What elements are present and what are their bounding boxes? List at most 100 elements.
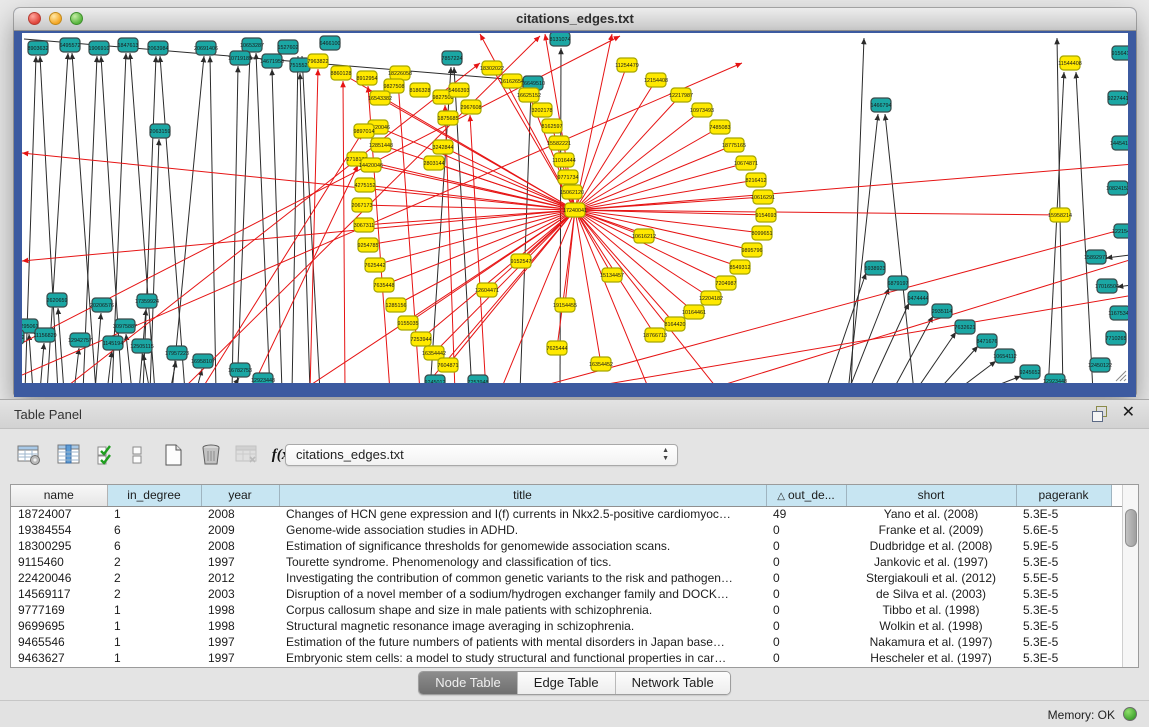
graph-node[interactable]: 8860128 [331, 66, 352, 80]
graph-edge[interactable] [95, 313, 101, 383]
table-cell[interactable]: Changes of HCN gene expression and I(f) … [279, 506, 766, 522]
table-cell[interactable]: 18300295 [11, 538, 107, 554]
graph-node[interactable]: 7857224 [442, 51, 463, 65]
table-cell[interactable]: 1 [107, 634, 201, 650]
table-cell[interactable]: Jankovic et al. (1997) [846, 554, 1016, 570]
graph-node[interactable]: 16162654 [500, 74, 524, 88]
graph-node[interactable]: 8216412 [746, 173, 767, 187]
graph-node[interactable]: 7625444 [547, 341, 568, 355]
float-panel-icon[interactable] [1092, 405, 1108, 421]
table-cell[interactable]: 2008 [201, 538, 279, 554]
graph-node[interactable]: 1875685 [438, 111, 459, 125]
graph-edge[interactable] [575, 210, 726, 283]
table-cell[interactable]: 1997 [201, 554, 279, 570]
graph-node[interactable]: 4275152 [355, 178, 376, 192]
table-cell[interactable]: 0 [766, 586, 846, 602]
table-row[interactable]: 977716911998Corpus callosum shape and si… [11, 602, 1124, 618]
graph-node[interactable]: 2967608 [461, 100, 482, 114]
table-cell[interactable]: 18724007 [11, 506, 107, 522]
graph-edge[interactable] [421, 210, 575, 339]
graph-node[interactable]: 8164420 [665, 317, 686, 331]
table-cell[interactable]: 2003 [201, 586, 279, 602]
table-cell[interactable]: 2009 [201, 522, 279, 538]
graph-node[interactable]: 16958107 [191, 354, 215, 368]
graph-node[interactable]: 12851448 [369, 138, 393, 152]
table-cell[interactable]: Wolkin et al. (1998) [846, 618, 1016, 634]
graph-node[interactable]: 7963822 [308, 54, 329, 68]
table-cell[interactable]: 1998 [201, 602, 279, 618]
graph-edge[interactable] [980, 376, 1021, 383]
resize-grip-icon[interactable] [1113, 368, 1127, 382]
graph-edge[interactable] [126, 334, 132, 383]
table-cell[interactable]: 1997 [201, 650, 279, 666]
graph-edge[interactable] [885, 114, 914, 383]
graph-node[interactable]: 10654112 [993, 349, 1017, 363]
graph-node[interactable]: 12204182 [699, 291, 723, 305]
table-cell[interactable]: 9777169 [11, 602, 107, 618]
graph-node[interactable]: 16625152 [517, 88, 541, 102]
table-cell[interactable]: 5.3E-5 [1016, 650, 1111, 666]
graph-node[interactable]: 16782753 [228, 363, 252, 377]
table-cell[interactable]: de Silva et al. (2003) [846, 586, 1016, 602]
graph-node[interactable]: 30975887 [113, 319, 137, 333]
network-window-titlebar[interactable]: citations_edges.txt [14, 8, 1136, 31]
table-cell[interactable]: Disruption of a novel member of a sodium… [279, 586, 766, 602]
graph-node[interactable]: 10616291 [751, 190, 775, 204]
table-row[interactable]: 1456911722003Disruption of a novel membe… [11, 586, 1124, 602]
tab-edge-table[interactable]: Edge Table [518, 672, 616, 694]
close-panel-icon[interactable]: ✕ [1122, 405, 1135, 421]
table-cell[interactable]: 1997 [201, 634, 279, 650]
graph-node[interactable]: 5938923 [865, 261, 886, 275]
graph-node[interactable]: 9254785 [358, 238, 379, 252]
table-cell[interactable]: 2 [107, 570, 201, 586]
graph-node[interactable]: 12505115 [130, 339, 154, 353]
table-cell[interactable]: 0 [766, 522, 846, 538]
graph-node[interactable]: 12450122 [1088, 358, 1112, 372]
table-cell[interactable]: Structural magnetic resonance image aver… [279, 618, 766, 634]
table-cell[interactable]: Estimation of the future numbers of pati… [279, 634, 766, 650]
graph-edge[interactable] [575, 110, 702, 210]
graph-node[interactable]: 9155035 [398, 316, 419, 330]
table-cell[interactable]: 2012 [201, 570, 279, 586]
graph-node[interactable]: 7635448 [374, 278, 395, 292]
table-cell[interactable]: 2 [107, 554, 201, 570]
tab-node-table[interactable]: Node Table [419, 672, 518, 694]
graph-node[interactable]: 12217987 [669, 88, 693, 102]
graph-node[interactable]: 17957223 [165, 346, 189, 360]
graph-edge[interactable] [130, 53, 155, 383]
graph-node[interactable]: 8162597 [542, 119, 563, 133]
graph-node[interactable]: 18766713 [643, 328, 667, 342]
graph-edge[interactable] [29, 334, 33, 383]
graph-node[interactable]: 20691406 [194, 41, 218, 55]
table-cell[interactable]: 14569117 [11, 586, 107, 602]
table-cell[interactable]: 9463627 [11, 650, 107, 666]
table-cell[interactable]: Franke et al. (2009) [846, 522, 1016, 538]
table-cell[interactable]: 5.3E-5 [1016, 634, 1111, 650]
table-cell[interactable]: 9699695 [11, 618, 107, 634]
table-cell[interactable]: 5.6E-5 [1016, 522, 1111, 538]
column-header-year[interactable]: year [201, 485, 279, 506]
graph-node[interactable]: 7204987 [716, 276, 737, 290]
graph-node[interactable]: 2620659 [47, 293, 68, 307]
graph-node[interactable]: 9154693 [756, 208, 777, 222]
graph-node[interactable]: 2803144 [424, 156, 445, 170]
graph-edge[interactable] [143, 56, 156, 383]
graph-node[interactable]: 12942757 [68, 333, 92, 347]
graph-node[interactable]: 16354452 [589, 357, 613, 371]
graph-node[interactable]: 18226058 [388, 66, 412, 80]
table-cell[interactable]: Investigating the contribution of common… [279, 570, 766, 586]
graph-node[interactable]: 1466794 [871, 98, 892, 112]
graph-node[interactable]: 18302022 [480, 61, 504, 75]
table-cell[interactable]: 19384554 [11, 522, 107, 538]
graph-node[interactable]: 9474444 [908, 291, 929, 305]
table-cell[interactable]: 9465546 [11, 634, 107, 650]
graph-node[interactable]: 6879197 [888, 276, 909, 290]
table-cell[interactable]: 5.5E-5 [1016, 570, 1111, 586]
graph-edge[interactable] [1106, 253, 1128, 258]
graph-node[interactable]: 1906910 [89, 41, 110, 55]
table-cell[interactable]: 2008 [201, 506, 279, 522]
table-cell[interactable]: 5.3E-5 [1016, 554, 1111, 570]
graph-node[interactable]: 10653287 [240, 38, 264, 52]
graph-node[interactable]: 11156829 [33, 328, 56, 342]
graph-node[interactable]: 15062120 [560, 185, 584, 199]
